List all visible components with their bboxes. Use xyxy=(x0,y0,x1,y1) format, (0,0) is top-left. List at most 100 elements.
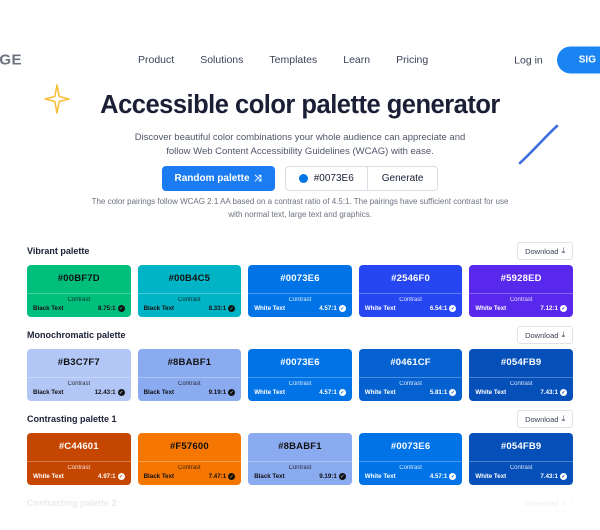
check-icon: ✓ xyxy=(338,473,346,480)
contrast-ratio-value: 4.57:1 xyxy=(319,305,337,312)
contrast-ratio-wrap: 7.47:1 ✓ xyxy=(209,473,236,480)
color-hex-label: #00B4C5 xyxy=(168,273,211,284)
download-icon: ⤓ xyxy=(561,330,565,339)
login-link[interactable]: Log in xyxy=(514,54,543,66)
color-card[interactable]: #5928ED Contrast White Text 7.12:1 ✓ xyxy=(469,265,573,317)
color-card[interactable]: #B3C7F7 Contrast Black Text 12.43:1 ✓ xyxy=(27,349,131,401)
contrast-label: Contrast xyxy=(178,381,201,387)
generate-button[interactable]: Generate xyxy=(366,167,438,190)
contrast-label: Contrast xyxy=(509,465,533,471)
download-icon: ⤓ xyxy=(561,246,565,255)
color-card[interactable]: #00B4C5 Contrast Black Text 8.33:1 ✓ xyxy=(137,265,242,317)
random-palette-button[interactable]: Random palette ⤨ xyxy=(161,166,275,191)
contrast-ratio-wrap: 9.19:1 ✓ xyxy=(209,389,236,396)
color-card[interactable]: #0073E6 Contrast White Text 4.57:1 ✓ xyxy=(248,349,352,401)
color-card[interactable]: #C44601 Contrast White Text 4.97:1 ✓ xyxy=(27,433,131,485)
color-card[interactable]: #054FB9 Contrast White Text 7.43:1 ✓ xyxy=(469,349,573,401)
site-logo[interactable]: AGE xyxy=(0,52,22,69)
color-card-body: Contrast Black Text 7.47:1 ✓ xyxy=(137,461,242,485)
color-hex-label: #C44601 xyxy=(58,441,99,452)
text-mode-label: White Text xyxy=(475,305,507,312)
color-card[interactable]: #8BABF1 Contrast Black Text 9.19:1 ✓ xyxy=(137,349,242,401)
text-mode-label: White Text xyxy=(475,473,507,480)
color-card[interactable]: #0073E6 Contrast White Text 4.57:1 ✓ xyxy=(358,433,463,485)
contrast-ratio-value: 8.33:1 xyxy=(208,305,227,312)
text-mode-label: Black Text xyxy=(143,473,175,480)
download-icon: ⤓ xyxy=(561,498,565,507)
contrast-ratio-value: 8.75:1 xyxy=(98,305,116,312)
text-mode-label: White Text xyxy=(364,305,396,312)
nav-item-product[interactable]: Product xyxy=(138,54,174,66)
nav-item-solutions[interactable]: Solutions xyxy=(200,54,243,66)
download-label: Download xyxy=(525,498,559,508)
generator-controls: Random palette ⤨ #0073E6 Generate xyxy=(0,166,600,191)
page-title: Accessible color palette generator xyxy=(100,91,500,119)
hex-input[interactable]: #0073E6 xyxy=(286,167,367,190)
contrast-ratio-wrap: 7.43:1 ✓ xyxy=(540,389,567,396)
check-icon: ✓ xyxy=(117,473,125,480)
download-icon: ⤓ xyxy=(561,414,565,423)
color-card-body: Contrast White Text 7.43:1 ✓ xyxy=(469,377,573,401)
palette-title: Contrasting palette 2 xyxy=(27,498,117,508)
palette-row: #00BF7D Contrast Black Text 8.75:1 ✓ #00B4C5 C… xyxy=(27,265,573,317)
text-mode-label: Black Text xyxy=(143,305,175,312)
palette-block: Contrasting palette 1 Download ⤓ #C44601 Con… xyxy=(27,410,573,485)
download-button[interactable]: Download ⤓ xyxy=(517,410,573,428)
contrast-label: Contrast xyxy=(509,381,533,387)
color-card[interactable]: #2546F0 Contrast White Text 6.54:1 ✓ xyxy=(358,265,463,317)
color-card-body: Contrast White Text 6.54:1 ✓ xyxy=(358,293,463,317)
text-mode-label: White Text xyxy=(254,389,286,396)
color-hex-label: #0073E6 xyxy=(390,441,431,452)
contrast-ratio-wrap: 12.43:1 ✓ xyxy=(95,389,125,396)
page-root: AGE Product Solutions Templates Learn Pr… xyxy=(0,0,600,530)
contrast-ratio-wrap: 8.75:1 ✓ xyxy=(98,305,125,312)
check-icon: ✓ xyxy=(559,305,567,312)
hex-input-group: #0073E6 Generate xyxy=(284,166,439,191)
color-card-body: Contrast White Text 7.43:1 ✓ xyxy=(469,461,573,485)
color-card-body: Contrast Black Text 9.19:1 ✓ xyxy=(137,377,242,401)
hero-section: Accessible color palette generator Disco… xyxy=(0,90,600,160)
check-icon: ✓ xyxy=(559,473,567,480)
contrast-row: White Text 4.57:1 ✓ xyxy=(254,305,346,312)
color-card[interactable]: #0461CF Contrast White Text 5.81:1 ✓ xyxy=(358,349,463,401)
contrast-row: White Text 7.12:1 ✓ xyxy=(475,305,567,312)
color-hex-label: #2546F0 xyxy=(391,273,431,284)
color-card-body: Contrast White Text 4.57:1 ✓ xyxy=(358,461,463,485)
contrast-row: White Text 4.57:1 ✓ xyxy=(254,389,346,396)
check-icon: ✓ xyxy=(117,305,125,312)
download-button[interactable]: Download ⤓ xyxy=(517,494,573,512)
color-card[interactable]: #F57600 Contrast Black Text 7.47:1 ✓ xyxy=(137,433,242,485)
color-card[interactable]: #054FB9 Contrast White Text 7.43:1 ✓ xyxy=(469,433,573,485)
color-card-body: Contrast Black Text 9.19:1 ✓ xyxy=(248,461,352,485)
palette-header: Contrasting palette 2 Download ⤓ xyxy=(27,494,573,512)
signup-button[interactable]: SIG xyxy=(556,46,600,74)
nav-item-pricing[interactable]: Pricing xyxy=(396,54,428,66)
palette-title: Monochromatic palette xyxy=(27,330,126,340)
nav-item-templates[interactable]: Templates xyxy=(269,54,317,66)
text-mode-label: Black Text xyxy=(143,389,175,396)
contrast-row: Black Text 9.19:1 ✓ xyxy=(144,389,236,396)
wcag-note-text: The color pairings follow WCAG 2.1 AA ba… xyxy=(91,197,509,219)
color-hex-label: #00BF7D xyxy=(57,273,100,284)
contrast-ratio-value: 5.81:1 xyxy=(429,389,448,396)
contrast-ratio-wrap: 4.97:1 ✓ xyxy=(98,473,125,480)
palette-block: Contrasting palette 2 Download ⤓ xyxy=(27,494,573,512)
download-button[interactable]: Download ⤓ xyxy=(517,242,573,260)
check-icon: ✓ xyxy=(449,473,457,480)
random-palette-label: Random palette xyxy=(174,173,250,184)
contrast-ratio-value: 4.57:1 xyxy=(429,473,448,480)
palette-title: Vibrant palette xyxy=(27,246,90,256)
contrast-ratio-value: 9.19:1 xyxy=(319,473,337,480)
contrast-label: Contrast xyxy=(399,381,422,387)
contrast-label: Contrast xyxy=(288,465,312,471)
nav-item-learn[interactable]: Learn xyxy=(343,54,370,66)
text-mode-label: White Text xyxy=(33,473,64,480)
text-mode-label: Black Text xyxy=(254,473,285,480)
contrast-row: White Text 4.57:1 ✓ xyxy=(365,473,457,480)
color-card[interactable]: #8BABF1 Contrast Black Text 9.19:1 ✓ xyxy=(248,433,352,485)
download-button[interactable]: Download ⤓ xyxy=(517,326,573,344)
contrast-ratio-value: 7.12:1 xyxy=(540,305,558,312)
color-card[interactable]: #0073E6 Contrast White Text 4.57:1 ✓ xyxy=(248,265,352,317)
color-card[interactable]: #00BF7D Contrast Black Text 8.75:1 ✓ xyxy=(27,265,131,317)
palette-header: Contrasting palette 1 Download ⤓ xyxy=(27,410,573,428)
